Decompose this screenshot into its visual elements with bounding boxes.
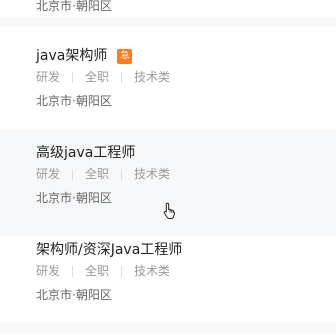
tag-separator <box>121 71 123 83</box>
job-tag-department: 研发 <box>36 167 61 181</box>
job-title-row: 高级java工程师 <box>36 142 135 164</box>
divider <box>0 226 336 236</box>
job-location: 北京市·朝阳区 <box>36 191 112 205</box>
job-card[interactable]: java架构师 急 研发 全职 技术类 北京市·朝阳区 <box>0 42 336 129</box>
urgent-badge: 急 <box>117 48 133 64</box>
job-card[interactable]: 架构师/资深Java工程师 研发 全职 技术类 北京市·朝阳区 <box>0 236 336 323</box>
job-tag-department: 研发 <box>36 264 61 278</box>
job-tag-type: 全职 <box>85 167 110 181</box>
job-tag-department: 研发 <box>36 70 61 84</box>
job-tags: 研发 全职 技术类 <box>36 166 170 182</box>
job-tag-type: 全职 <box>85 264 110 278</box>
job-tags: 研发 全职 技术类 <box>36 69 170 85</box>
job-title-row: java架构师 急 <box>36 45 133 67</box>
tag-separator <box>121 265 123 277</box>
divider <box>0 323 336 333</box>
tag-separator <box>72 168 74 180</box>
job-location: 北京市·朝阳区 <box>36 94 112 108</box>
job-title[interactable]: 高级java工程师 <box>36 143 135 163</box>
divider <box>0 17 336 27</box>
job-tag-type: 全职 <box>85 70 110 84</box>
job-location: 北京市·朝阳区 <box>36 0 112 13</box>
job-tag-category: 技术类 <box>134 264 171 278</box>
job-tag-category: 技术类 <box>134 70 171 84</box>
hand-pointer-icon <box>163 202 175 219</box>
job-tag-category: 技术类 <box>134 167 171 181</box>
divider <box>0 129 336 139</box>
job-tags: 研发 全职 技术类 <box>36 263 170 279</box>
tag-separator <box>121 168 123 180</box>
tag-separator <box>72 71 74 83</box>
job-title-row: 架构师/资深Java工程师 <box>36 239 182 261</box>
job-title[interactable]: 架构师/资深Java工程师 <box>36 240 182 260</box>
job-title[interactable]: java架构师 <box>36 46 107 66</box>
tag-separator <box>72 265 74 277</box>
job-location: 北京市·朝阳区 <box>36 288 112 302</box>
